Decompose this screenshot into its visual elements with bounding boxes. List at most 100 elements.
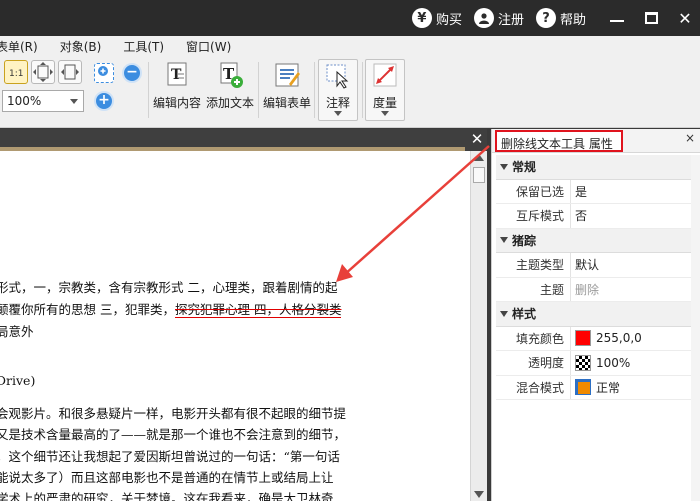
chevron-down-icon [381, 111, 389, 116]
property-row[interactable]: 填充颜色 255,0,0 [496, 326, 692, 351]
panel-title: 删除线文本工具 属性 [495, 130, 623, 152]
doc-line: 颠覆你所有的思想 三，犯罪类，探究犯罪心理 四，人格分裂类 [0, 299, 342, 318]
maximize-button[interactable] [636, 0, 666, 36]
collapse-icon [500, 237, 508, 244]
close-panel-button[interactable]: × [685, 131, 695, 145]
annotate-icon [323, 60, 353, 90]
property-row[interactable]: 主题 删除 [496, 277, 692, 302]
color-swatch-icon[interactable] [575, 330, 591, 347]
zoom-tool-button[interactable] [94, 63, 114, 83]
doc-line: 能说太多了）而且这部电影也不是普通的在情节上或结局上让 [0, 470, 334, 485]
properties-panel: 删除线文本工具 属性 × 常规 保留已选 是 互斥模式 否 猪踪 主题类型 默认… [491, 129, 700, 501]
add-text-button[interactable]: T 添加文本 [204, 60, 256, 120]
category-title: 常规 [512, 160, 537, 175]
document-area: ✕ 形式，一，宗教类，含有宗教形式 二，心理类，跟着剧情的起 颠覆你所有的思想 … [0, 129, 487, 501]
close-icon: ✕ [678, 8, 692, 28]
measure-button[interactable]: 度量 [365, 59, 405, 121]
toolbar-separator [314, 62, 315, 118]
menu-form[interactable]: 表单(R) [0, 38, 38, 55]
svg-text:1:1: 1:1 [9, 69, 23, 79]
document-page[interactable]: 形式，一，宗教类，含有宗教形式 二，心理类，跟着剧情的起 颠覆你所有的思想 三，… [0, 151, 470, 501]
opacity-value[interactable]: 100% [570, 351, 630, 375]
property-row[interactable]: 主题类型 默认 [496, 253, 692, 278]
category-title: 样式 [512, 307, 537, 322]
property-row[interactable]: 互斥模式 否 [496, 204, 692, 229]
help-link[interactable]: ? 帮助 [535, 8, 586, 28]
collapse-icon [500, 163, 508, 170]
blend-mode-value[interactable]: 正常 [570, 375, 621, 399]
edit-content-button[interactable]: T 编辑内容 [152, 60, 202, 120]
property-value[interactable]: 默认 [570, 253, 599, 277]
minimize-icon [610, 20, 624, 22]
add-text-icon: T [215, 60, 245, 90]
doc-line: 会观影片。和很多悬疑片一样，电影开头都有很不起眼的细节提 [0, 406, 347, 421]
property-value[interactable]: 否 [570, 204, 587, 228]
measure-icon [370, 60, 400, 90]
menu-window[interactable]: 窗口(W) [186, 38, 231, 55]
fit-width-button[interactable] [58, 60, 82, 84]
property-value[interactable]: 删除 [570, 277, 599, 301]
transparency-icon [575, 354, 591, 371]
scroll-thumb[interactable] [473, 167, 485, 183]
doc-line: ，这个细节还让我想起了爱因斯坦曾说过的一句话：“第一句话 [0, 449, 340, 464]
document-scrollbar[interactable] [470, 151, 487, 501]
annotate-label: 注释 [325, 96, 350, 110]
panel-scrollbar[interactable] [691, 155, 700, 501]
doc-text: 颠覆你所有的思想 三，犯罪类， [0, 302, 175, 317]
app-window: ¥ 购买 注册 ? 帮助 ✕ 表单(R) 对象(B) 工具(T) 窗口(W) 1… [0, 0, 700, 501]
fill-color-text: 255,0,0 [596, 331, 642, 346]
category-general[interactable]: 常规 [496, 155, 692, 180]
register-link[interactable]: 注册 [473, 8, 524, 28]
svg-text:T: T [171, 67, 182, 83]
fit-page-icon [33, 62, 53, 82]
menu-tools[interactable]: 工具(T) [123, 38, 164, 55]
register-label: 注册 [497, 12, 524, 28]
help-label: 帮助 [559, 12, 586, 28]
property-row[interactable]: 保留已选 是 [496, 179, 692, 204]
maximize-icon [644, 12, 658, 24]
actual-size-icon: 1:1 [9, 69, 23, 79]
edit-form-icon [272, 60, 302, 90]
category-appearance[interactable]: 猪踪 [496, 228, 692, 253]
property-name: 互斥模式 [515, 209, 564, 224]
chevron-down-icon [334, 111, 342, 116]
scroll-up-icon[interactable] [474, 154, 484, 161]
fit-page-button[interactable] [31, 60, 55, 84]
annotate-button[interactable]: 注释 [318, 59, 358, 121]
category-title: 猪踪 [512, 233, 537, 248]
measure-label: 度量 [372, 96, 397, 110]
property-name: 混合模式 [515, 380, 564, 395]
edit-form-label: 编辑表单 [262, 96, 311, 110]
strikethrough-text[interactable]: 探究犯罪心理 四，人格分裂类 [174, 302, 342, 318]
doc-heading: Drive) [0, 373, 36, 388]
toolbar-separator [362, 62, 363, 118]
fill-color-value[interactable]: 255,0,0 [570, 326, 642, 350]
zoom-in-button[interactable]: + [94, 91, 114, 111]
doc-line: 局意外 [0, 324, 34, 339]
category-style[interactable]: 样式 [496, 302, 692, 327]
yen-icon: ¥ [411, 8, 432, 28]
add-text-label: 添加文本 [205, 96, 254, 110]
help-icon: ? [535, 8, 556, 28]
property-name: 保留已选 [515, 184, 564, 199]
minus-icon: − [126, 64, 138, 80]
close-document-button[interactable]: ✕ [469, 131, 485, 147]
property-name: 透明度 [527, 356, 564, 371]
property-row[interactable]: 混合模式 正常 [496, 375, 692, 400]
buy-link[interactable]: ¥ 购买 [411, 8, 462, 28]
plus-icon: + [98, 92, 110, 108]
minimize-button[interactable] [602, 0, 632, 36]
document-tab-strip: ✕ [0, 129, 487, 151]
property-row[interactable]: 透明度 100% [496, 351, 692, 376]
edit-form-button[interactable]: 编辑表单 [262, 60, 312, 120]
property-name: 主题 [539, 282, 564, 297]
edit-content-icon: T [162, 60, 192, 90]
zoom-out-button[interactable]: − [122, 63, 142, 83]
blend-mode-text: 正常 [596, 380, 621, 395]
close-window-button[interactable]: ✕ [670, 0, 700, 36]
scroll-down-icon[interactable] [474, 491, 484, 498]
actual-size-button[interactable]: 1:1 [4, 60, 28, 84]
menu-object[interactable]: 对象(B) [60, 38, 102, 55]
property-value[interactable]: 是 [570, 179, 587, 203]
zoom-select[interactable]: 100% [2, 90, 84, 112]
